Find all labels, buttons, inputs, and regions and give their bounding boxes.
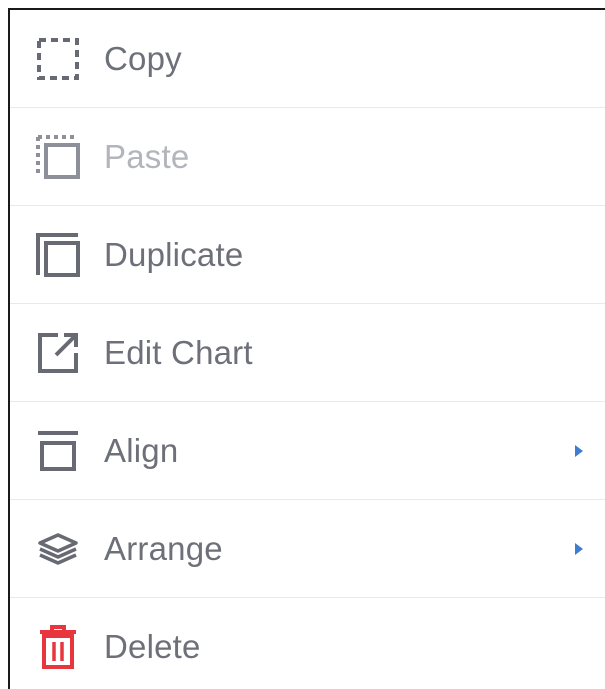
- context-menu: Copy Paste Duplicate Edit Chart Align Ar…: [8, 8, 605, 689]
- menu-item-label: Edit Chart: [104, 333, 253, 371]
- menu-item-label: Delete: [104, 628, 201, 665]
- paste-icon: [34, 133, 82, 181]
- chevron-right-icon: [573, 541, 585, 557]
- duplicate-icon: [34, 231, 82, 279]
- menu-item-label: Align: [104, 431, 179, 469]
- menu-item-arrange[interactable]: Arrange: [10, 500, 605, 598]
- menu-item-delete[interactable]: Delete: [10, 598, 605, 689]
- chevron-right-icon: [573, 443, 585, 459]
- layers-icon: [34, 525, 82, 573]
- menu-item-align[interactable]: Align: [10, 402, 605, 500]
- menu-item-paste[interactable]: Paste: [10, 108, 605, 206]
- menu-item-label: Copy: [104, 39, 182, 77]
- menu-item-edit-chart[interactable]: Edit Chart: [10, 304, 605, 402]
- copy-icon: [34, 35, 82, 83]
- menu-item-label: Arrange: [104, 529, 223, 567]
- menu-item-label: Duplicate: [104, 235, 244, 273]
- menu-item-duplicate[interactable]: Duplicate: [10, 206, 605, 304]
- menu-item-copy[interactable]: Copy: [10, 10, 605, 108]
- external-link-icon: [34, 329, 82, 377]
- trash-icon: [34, 623, 82, 671]
- menu-item-label: Paste: [104, 137, 190, 175]
- align-top-icon: [34, 427, 82, 475]
